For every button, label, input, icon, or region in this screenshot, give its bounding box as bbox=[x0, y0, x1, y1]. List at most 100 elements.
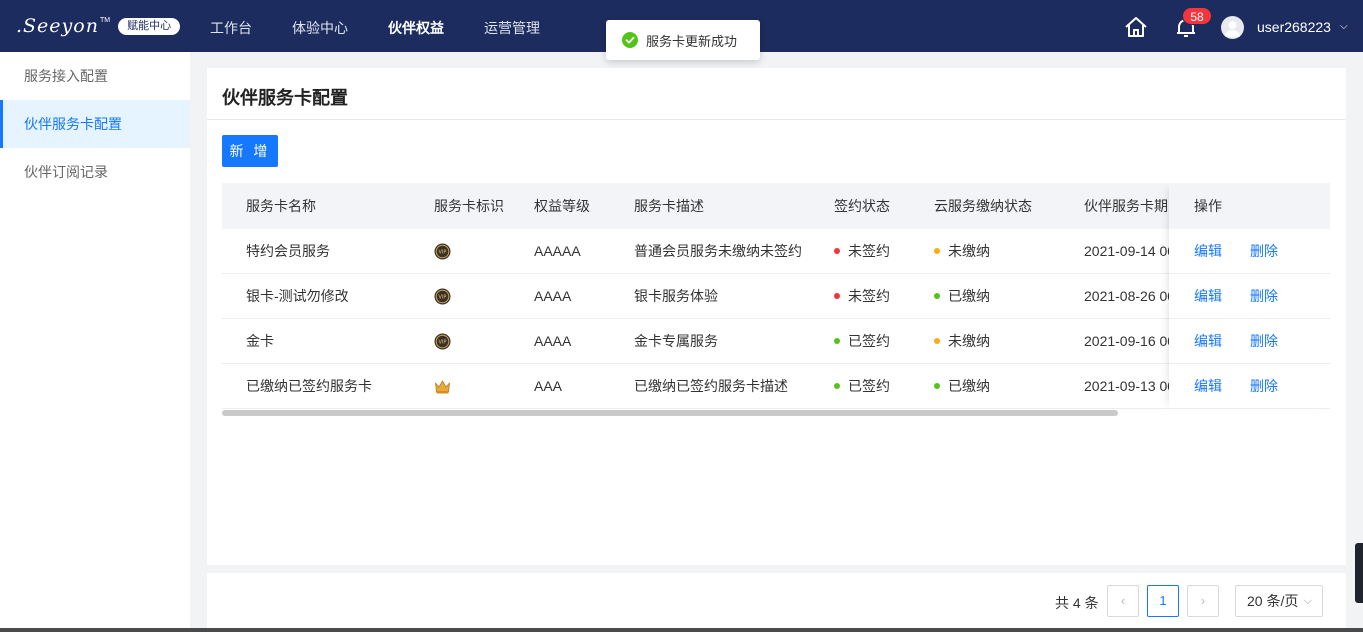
notification-count-badge: 58 bbox=[1182, 7, 1212, 25]
success-toast: 服务卡更新成功 bbox=[606, 20, 760, 60]
card-level: AAA bbox=[534, 378, 563, 394]
username[interactable]: user268223 bbox=[1257, 19, 1331, 35]
avatar[interactable] bbox=[1221, 16, 1244, 39]
card-term: 2021-09-14 00:00:00 bbox=[1084, 243, 1169, 259]
status-dot bbox=[934, 248, 940, 255]
sign-status: 未签约 bbox=[834, 229, 924, 273]
column-header-operations: 操作 bbox=[1169, 183, 1330, 229]
status-dot bbox=[834, 338, 840, 345]
title-divider bbox=[207, 119, 1346, 120]
sidebar-item-service-access-config[interactable]: 服务接入配置 bbox=[0, 52, 190, 100]
card-description: 银卡服务体验 bbox=[634, 288, 718, 304]
main-panel: 伙伴服务卡配置 新 增 服务卡名称 服务卡标识 权益等级 服务卡描述 签约状态 … bbox=[207, 68, 1346, 565]
operations-row: 编辑 删除 bbox=[1169, 364, 1330, 409]
card-name: 特约会员服务 bbox=[246, 243, 330, 259]
operations-row: 编辑 删除 bbox=[1169, 274, 1330, 319]
crown-icon bbox=[435, 380, 450, 394]
sidebar: 服务接入配置 伙伴服务卡配置 伙伴订阅记录 bbox=[0, 52, 190, 632]
sign-status: 未签约 bbox=[834, 274, 924, 318]
vip-badge-icon: VIP bbox=[434, 243, 451, 260]
card-description: 已缴纳已签约服务卡描述 bbox=[634, 378, 788, 394]
delete-link[interactable]: 删除 bbox=[1250, 364, 1278, 408]
edit-link[interactable]: 编辑 bbox=[1194, 319, 1222, 363]
svg-text:VIP: VIP bbox=[439, 295, 447, 301]
service-card-table: 服务卡名称 服务卡标识 权益等级 服务卡描述 签约状态 云服务缴纳状态 伙伴服务… bbox=[222, 183, 1330, 418]
user-avatar-icon bbox=[1225, 21, 1240, 37]
payment-status: 未缴纳 bbox=[934, 229, 1074, 273]
sidebar-item-partner-card-config[interactable]: 伙伴服务卡配置 bbox=[0, 100, 190, 148]
horizontal-scrollbar[interactable] bbox=[222, 410, 1118, 416]
payment-status: 已缴纳 bbox=[934, 274, 1074, 318]
column-header-sign-status: 签约状态 bbox=[834, 198, 890, 214]
delete-link[interactable]: 删除 bbox=[1250, 319, 1278, 363]
nav-item-experience-center[interactable]: 体验中心 bbox=[272, 0, 368, 52]
logo-badge: 赋能中心 bbox=[118, 17, 181, 35]
table-row: 已缴纳已签约服务卡 AAA 已缴纳已签约服务卡描述 已签约 已缴纳 2021-0… bbox=[222, 364, 1330, 409]
logo-trademark: TM bbox=[99, 16, 111, 24]
column-header-payment-status: 云服务缴纳状态 bbox=[934, 198, 1032, 214]
delete-link[interactable]: 删除 bbox=[1250, 274, 1278, 318]
status-dot bbox=[934, 383, 940, 390]
card-level: AAAA bbox=[534, 288, 572, 304]
column-header-description: 服务卡描述 bbox=[634, 198, 704, 214]
card-term: 2021-09-16 00:00:00 bbox=[1084, 333, 1169, 349]
side-tool-strip[interactable] bbox=[1355, 543, 1363, 603]
delete-link[interactable]: 删除 bbox=[1250, 229, 1278, 273]
payment-status: 未缴纳 bbox=[934, 319, 1074, 363]
status-dot bbox=[834, 383, 840, 390]
home-icon[interactable] bbox=[1124, 16, 1148, 38]
brand-logo[interactable]: .Seeyon TM 赋能中心 bbox=[16, 13, 181, 39]
nav-item-operations[interactable]: 运营管理 bbox=[464, 0, 560, 52]
card-name: 金卡 bbox=[246, 333, 274, 349]
card-level: AAAA bbox=[534, 333, 572, 349]
card-name: 银卡-测试勿修改 bbox=[246, 288, 349, 304]
status-dot bbox=[934, 293, 940, 300]
column-header-icon: 服务卡标识 bbox=[434, 198, 504, 214]
card-term: 2021-09-13 00:00:00 bbox=[1084, 378, 1169, 394]
status-dot bbox=[834, 293, 840, 300]
sign-status-text: 已签约 bbox=[848, 378, 890, 394]
sign-status-text: 未签约 bbox=[848, 288, 890, 304]
total-count: 共 4 条 bbox=[1055, 595, 1099, 611]
table-header: 服务卡名称 服务卡标识 权益等级 服务卡描述 签约状态 云服务缴纳状态 伙伴服务… bbox=[222, 183, 1330, 229]
operations-row: 编辑 删除 bbox=[1169, 319, 1330, 364]
chevron-down-icon: ⌵ bbox=[1303, 595, 1312, 607]
table-row: 特约会员服务 VIP AAAAA 普通会员服务未缴纳未签约 未签约 未缴纳 20… bbox=[222, 229, 1330, 274]
chevron-down-icon[interactable]: ⌵ bbox=[1340, 21, 1348, 32]
vip-badge-icon: VIP bbox=[434, 288, 451, 305]
payment-status: 已缴纳 bbox=[934, 364, 1074, 408]
card-level: AAAAA bbox=[534, 243, 581, 259]
window-bottom-edge bbox=[0, 628, 1363, 632]
page-title: 伙伴服务卡配置 bbox=[222, 88, 348, 108]
card-description: 普通会员服务未缴纳未签约 bbox=[634, 243, 802, 259]
page-number-button[interactable]: 1 bbox=[1147, 585, 1179, 617]
page-size-select[interactable]: 20 条/页 ⌵ bbox=[1235, 585, 1323, 617]
next-page-button[interactable]: › bbox=[1187, 585, 1219, 617]
edit-link[interactable]: 编辑 bbox=[1194, 364, 1222, 408]
card-name: 已缴纳已签约服务卡 bbox=[246, 378, 372, 394]
pagination-bar: 共 4 条 ‹ 1 › 20 条/页 ⌵ bbox=[207, 573, 1346, 632]
table-row: 金卡 VIP AAAA 金卡专属服务 已签约 未缴纳 2021-09-16 00… bbox=[222, 319, 1330, 364]
payment-status-text: 未缴纳 bbox=[948, 243, 990, 259]
table-row: 银卡-测试勿修改 VIP AAAA 银卡服务体验 未签约 已缴纳 2021-08… bbox=[222, 274, 1330, 319]
logo-text: .Seeyon bbox=[16, 15, 99, 37]
nav-item-partner-benefits[interactable]: 伙伴权益 bbox=[368, 0, 464, 52]
prev-page-button[interactable]: ‹ bbox=[1107, 585, 1139, 617]
sidebar-item-partner-subscriptions[interactable]: 伙伴订阅记录 bbox=[0, 148, 190, 196]
toast-message: 服务卡更新成功 bbox=[646, 33, 738, 49]
edit-link[interactable]: 编辑 bbox=[1194, 229, 1222, 273]
svg-text:VIP: VIP bbox=[439, 250, 447, 256]
status-dot bbox=[934, 338, 940, 345]
nav-item-workbench[interactable]: 工作台 bbox=[190, 0, 272, 52]
column-header-name: 服务卡名称 bbox=[246, 198, 316, 214]
add-button[interactable]: 新 增 bbox=[222, 135, 278, 167]
payment-status-text: 已缴纳 bbox=[948, 288, 990, 304]
column-header-term: 伙伴服务卡期限 bbox=[1084, 198, 1169, 214]
main-nav: 工作台 体验中心 伙伴权益 运营管理 bbox=[190, 0, 560, 52]
operations-row: 编辑 删除 bbox=[1169, 229, 1330, 274]
card-term: 2021-08-26 00:00:00 bbox=[1084, 288, 1169, 304]
edit-link[interactable]: 编辑 bbox=[1194, 274, 1222, 318]
check-circle-icon bbox=[622, 32, 638, 48]
svg-text:VIP: VIP bbox=[439, 340, 447, 346]
sign-status: 已签约 bbox=[834, 319, 924, 363]
